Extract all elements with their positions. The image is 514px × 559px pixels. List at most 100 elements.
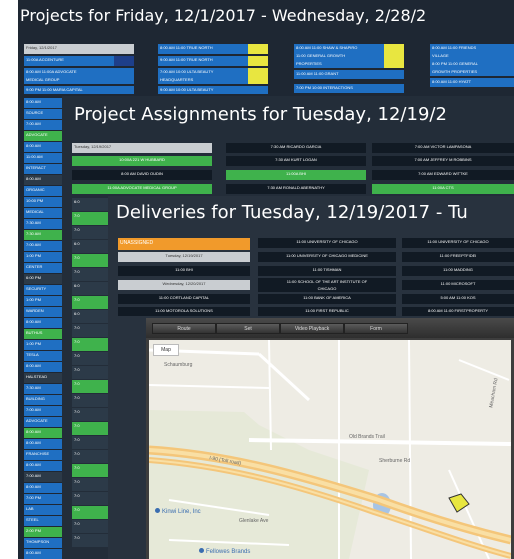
project-marker[interactable]	[384, 44, 404, 68]
assignment-cell[interactable]: 7:30 AM RICARDO GARCIA	[226, 143, 366, 153]
schedule-row[interactable]: 7:00 AM	[24, 241, 62, 251]
schedule-row[interactable]: 6:00 PM	[24, 274, 62, 284]
schedule-row[interactable]: 7:0	[72, 436, 112, 449]
delivery-cell[interactable]: 11:00 MADDING	[402, 266, 514, 276]
schedule-row[interactable]: 7:0	[72, 408, 112, 421]
schedule-row[interactable]: 7:30 AM	[24, 384, 62, 394]
project-cell[interactable]: 8:00 AM 11:00 FRIENDS	[430, 44, 514, 52]
schedule-row[interactable]: SOURCE	[24, 109, 62, 119]
schedule-row[interactable]: 7:0	[72, 352, 112, 365]
schedule-row[interactable]: 8:00 AM	[24, 428, 62, 438]
schedule-row[interactable]: BUILDING	[24, 395, 62, 405]
assignment-cell[interactable]: 7:30 AM RONALD ABERNATHY	[226, 184, 366, 194]
assignment-cell[interactable]: 11:00A BHI	[226, 170, 366, 180]
schedule-row[interactable]: CENTER	[24, 263, 62, 273]
schedule-row[interactable]: 7:0	[72, 338, 112, 351]
schedule-row[interactable]: 7:00 AM	[24, 406, 62, 416]
schedule-row[interactable]: 8:00 AM	[24, 362, 62, 372]
schedule-row[interactable]: 8:00 AM	[24, 439, 62, 449]
schedule-row[interactable]: 7:0	[72, 464, 112, 477]
schedule-row[interactable]: 6:0	[72, 240, 112, 253]
schedule-row[interactable]: 1:00 PM	[24, 340, 62, 350]
schedule-row[interactable]: 7:0	[72, 254, 112, 267]
schedule-row[interactable]: 7:00 PM	[24, 494, 62, 504]
schedule-row[interactable]: 1:00 PM	[24, 296, 62, 306]
schedule-row[interactable]: ADVOCATE	[24, 131, 62, 141]
schedule-row[interactable]: 7:30 AM	[24, 230, 62, 240]
delivery-cell[interactable]: 8:00 AM 11:00 FIRSTPROPERTY	[402, 307, 514, 316]
delivery-cell[interactable]: 11:00 BHI	[118, 266, 250, 276]
schedule-row[interactable]: 2:00 PM	[24, 527, 62, 537]
map-view[interactable]: Map Schaumburg Old Brands Trail Meacham …	[149, 340, 511, 559]
schedule-row[interactable]: 7:0	[72, 366, 112, 379]
assignment-cell[interactable]: 11:00A CTS	[372, 184, 514, 194]
project-cell[interactable]: 9:00 PM 11:00 MARIA CAPITAL	[24, 86, 134, 94]
assignment-cell[interactable]: 7:00 AM JEFFREY M ROBBINS	[372, 156, 514, 166]
project-cell[interactable]: 8:00 PM 11:00 GENERAL	[430, 60, 514, 68]
delivery-cell[interactable]: 11:00 UNIVERSITY OF CHICAGO MEDICINE	[258, 252, 396, 262]
assignment-cell[interactable]: 11:00A ADVOCATE MEDICAL GROUP	[72, 184, 212, 194]
schedule-row[interactable]: TESLA	[24, 351, 62, 361]
schedule-row[interactable]: 7:0	[72, 394, 112, 407]
project-cell[interactable]: 11:00 AM 11:00 GRANT	[294, 70, 404, 79]
project-cell[interactable]: MEDICAL GROUP	[24, 76, 134, 84]
schedule-row[interactable]: 7:0	[72, 212, 112, 225]
schedule-row[interactable]: 7:0	[72, 296, 112, 309]
project-cell[interactable]: GROWTH PROPERTIES	[430, 68, 514, 76]
video-playback-button[interactable]: Video Playback	[280, 323, 344, 334]
delivery-cell[interactable]: 11:00 FIRST REPUBLIC	[258, 307, 396, 316]
schedule-row[interactable]: 8:00 AM	[24, 98, 62, 108]
schedule-row[interactable]: 8:00 AM	[24, 483, 62, 493]
assignment-cell[interactable]: 7:00 AM VICTOR LAMPASONA	[372, 143, 514, 153]
project-cell[interactable]: VILLAGE	[430, 52, 514, 60]
delivery-cell[interactable]: 11:00 CORTLAND CAPITAL	[118, 294, 250, 304]
schedule-row[interactable]: 6:0	[72, 310, 112, 323]
schedule-row[interactable]: 7:0	[72, 268, 112, 281]
schedule-row[interactable]: SECURITY	[24, 285, 62, 295]
project-cell[interactable]: 7:00 PM 10:00 INTERACTIONS	[294, 84, 404, 93]
schedule-row[interactable]: 7:0	[72, 450, 112, 463]
schedule-row[interactable]: 8:00 AM	[24, 142, 62, 152]
schedule-row[interactable]: 11:00 AM	[24, 153, 62, 163]
schedule-row[interactable]: 7:0	[72, 506, 112, 519]
schedule-row[interactable]: 8:00 AM	[24, 549, 62, 559]
schedule-row[interactable]: 7:0	[72, 226, 112, 239]
delivery-cell[interactable]: 11:00 UNIVERSITY OF CHICAGO	[402, 238, 514, 248]
schedule-row[interactable]: ADVOCATE	[24, 417, 62, 427]
project-marker[interactable]	[248, 68, 268, 84]
delivery-cell[interactable]: 11:00 BANK OF AMERICA	[258, 294, 396, 304]
project-cell-marker[interactable]	[114, 56, 134, 66]
schedule-row[interactable]: 7:0	[72, 478, 112, 491]
project-marker[interactable]	[248, 44, 268, 54]
delivery-cell[interactable]: 11:00 MOTOROLA SOLUTIONS	[118, 307, 250, 316]
schedule-row[interactable]: 7:00 AM	[24, 120, 62, 130]
schedule-row[interactable]: HALSTEAD	[24, 373, 62, 383]
delivery-cell[interactable]: 11:00 UNIVERSITY OF CHICAGO	[258, 238, 396, 248]
schedule-row[interactable]: 8:00 AM	[24, 318, 62, 328]
schedule-row[interactable]: ORGANIC	[24, 186, 62, 196]
delivery-cell[interactable]: 11:00 FREEPTFIDEI	[402, 252, 514, 262]
schedule-row[interactable]: FRANCHISE	[24, 450, 62, 460]
map-tab[interactable]: Map	[153, 344, 179, 356]
schedule-row[interactable]: 7:0	[72, 422, 112, 435]
assignment-cell[interactable]: 7:30 AM KURT LOGAN	[226, 156, 366, 166]
route-button[interactable]: Route	[152, 323, 216, 334]
form-button[interactable]: Form	[344, 323, 408, 334]
project-cell[interactable]: 9:00 AM 10:00 ULTA BEAUTY	[158, 86, 268, 94]
schedule-row[interactable]: 7:00 AM	[24, 472, 62, 482]
schedule-row[interactable]: 1:00 PM	[24, 252, 62, 262]
schedule-row[interactable]: 7:0	[72, 520, 112, 533]
schedule-row[interactable]: 7:0	[72, 492, 112, 505]
assignment-cell[interactable]: 8:00 AM DAVID OUDIN	[72, 170, 212, 180]
schedule-row[interactable]: STEEL	[24, 516, 62, 526]
delivery-cell[interactable]: 5:00 AM 11:00 KOS	[402, 294, 514, 304]
schedule-row[interactable]: WARDEN	[24, 307, 62, 317]
project-marker[interactable]	[248, 56, 268, 66]
schedule-row[interactable]: 7:0	[72, 324, 112, 337]
schedule-row[interactable]: 6:0	[72, 282, 112, 295]
schedule-row[interactable]: 10:00 PM	[24, 197, 62, 207]
poi-fellowes-brands[interactable]: Fellowes Brands	[199, 548, 250, 555]
schedule-row[interactable]: 7:30 AM	[24, 219, 62, 229]
set-button[interactable]: Set	[216, 323, 280, 334]
schedule-row[interactable]: 7:0	[72, 534, 112, 547]
